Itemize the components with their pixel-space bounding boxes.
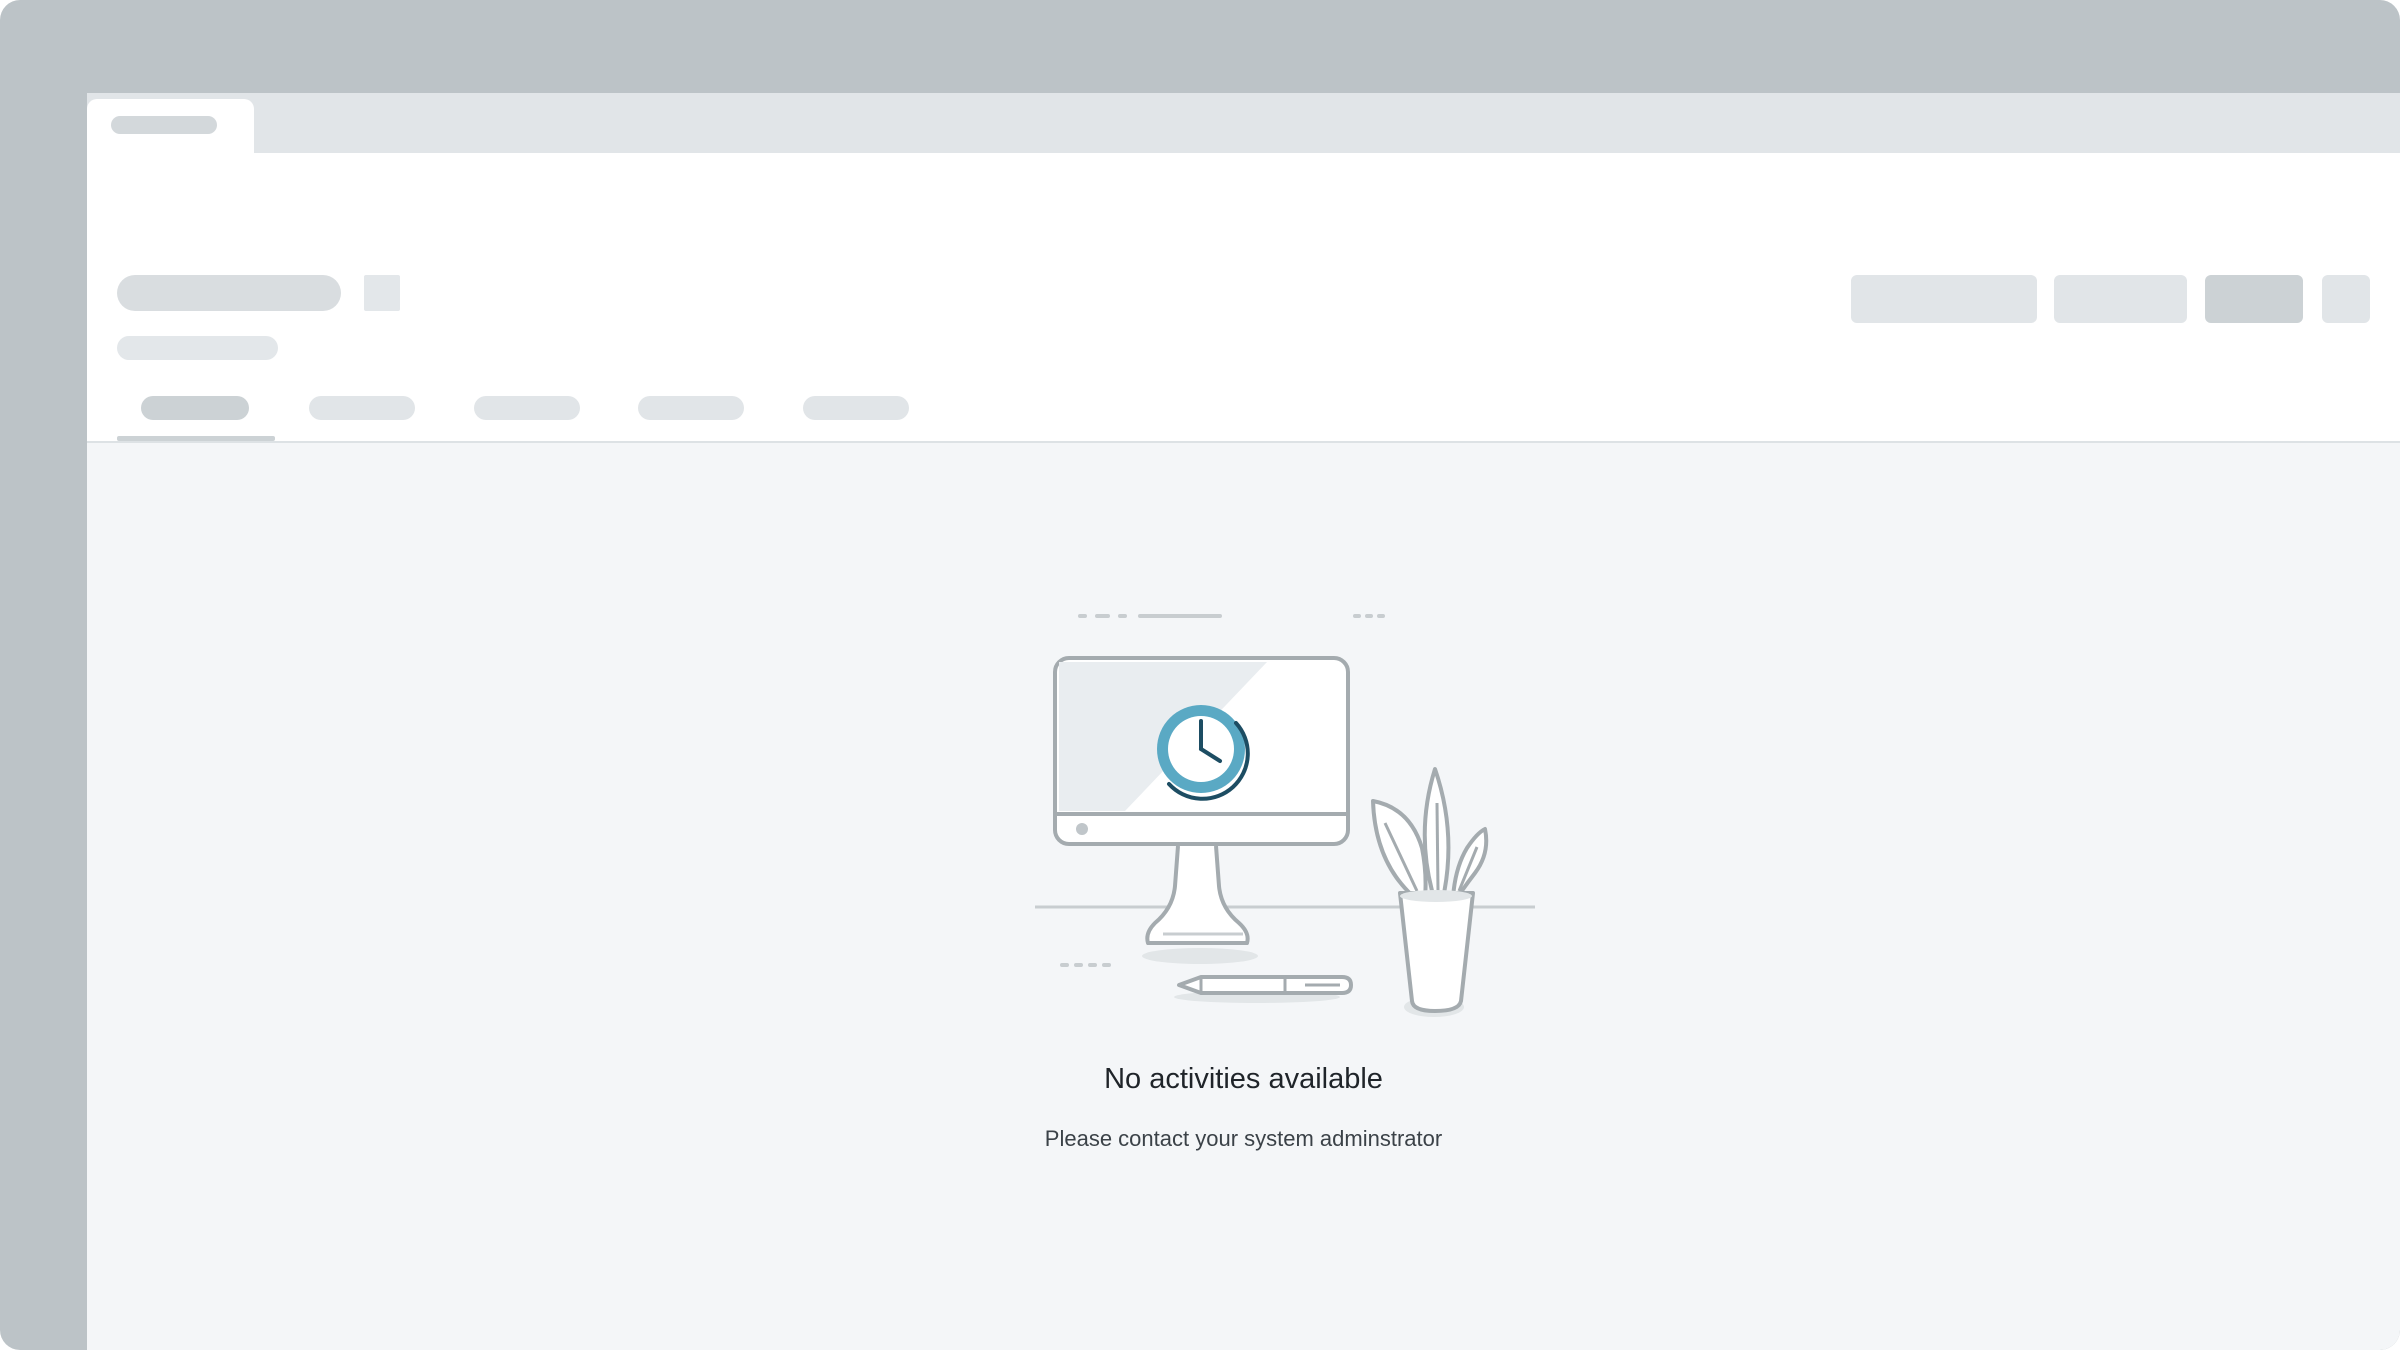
window-tab-strip (87, 93, 2400, 153)
tab-3-placeholder[interactable] (474, 396, 580, 420)
tab-4-placeholder[interactable] (638, 396, 744, 420)
screenshot-frame: No activities available Please contact y… (0, 0, 2400, 1350)
action-button-1-placeholder[interactable] (1851, 275, 2037, 323)
page-title-placeholder (117, 275, 341, 311)
page-header (87, 153, 2400, 443)
empty-state-message: Please contact your system adminstrator (1044, 1126, 1443, 1151)
active-tab-indicator (117, 436, 275, 441)
empty-state-title: No activities available (1104, 1063, 1383, 1095)
tab-5-placeholder[interactable] (803, 396, 909, 420)
tab-1-placeholder[interactable] (141, 396, 249, 420)
tab-2-placeholder[interactable] (309, 396, 415, 420)
action-button-2-placeholder[interactable] (2054, 275, 2187, 323)
overflow-button-placeholder[interactable] (2322, 275, 2370, 323)
computer-clock-plant-pen-illustration (1035, 614, 1535, 1017)
window-tab-title-placeholder (111, 116, 217, 134)
app-window: No activities available Please contact y… (87, 93, 2400, 1350)
primary-button-placeholder[interactable] (2205, 275, 2303, 323)
active-window-tab[interactable] (87, 99, 254, 153)
title-badge-placeholder (364, 275, 400, 311)
page-subtitle-placeholder (117, 336, 278, 360)
